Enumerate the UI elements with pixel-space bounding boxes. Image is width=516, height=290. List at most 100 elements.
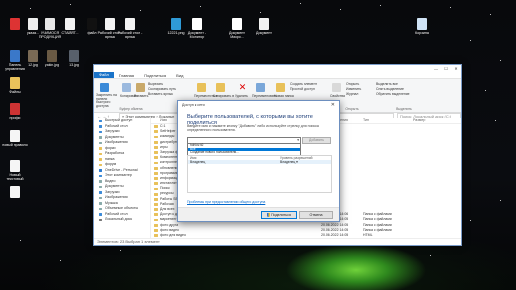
delete-icon[interactable]: ✕ <box>238 83 247 92</box>
cut-button[interactable]: Вырезать <box>148 82 163 86</box>
desktop-icon-label: Документ Микро... <box>229 31 245 39</box>
folder-icon <box>154 187 158 191</box>
copy-icon[interactable] <box>122 83 131 92</box>
desktop-icon[interactable]: Рабочий стол - ярлык <box>118 18 142 44</box>
sharing-help-link[interactable]: Проблемы при предоставлении общего досту… <box>187 200 265 204</box>
sidebar-item-label: Изображения <box>105 195 128 199</box>
chevron-down-icon[interactable]: ▾ <box>297 138 299 142</box>
folder-icon <box>154 208 158 212</box>
desktop-icon[interactable]: Документ - Монитор <box>185 18 209 44</box>
copy-to-icon[interactable] <box>216 83 225 92</box>
file-icon <box>10 186 20 198</box>
select-all-button[interactable]: Выделить все <box>376 82 398 86</box>
share-button[interactable]: Поделиться <box>261 211 297 219</box>
properties-icon[interactable] <box>332 83 341 92</box>
file-icon <box>28 50 38 62</box>
sidebar-item-label: форум <box>105 162 117 166</box>
tab-view[interactable]: Вид <box>171 73 188 78</box>
row-user-name: Владелец <box>190 160 206 164</box>
copy-path-button[interactable]: Скопировать путь <box>148 87 176 91</box>
move-to-icon[interactable] <box>197 83 206 92</box>
star <box>485 90 486 91</box>
desktop-icon[interactable]: Корзина <box>410 18 434 44</box>
invert-selection-button[interactable]: Обратить выделение <box>376 92 410 96</box>
file-icon <box>45 18 55 30</box>
file-icon <box>105 18 115 30</box>
table-row[interactable]: Владелец Владелец ▾ <box>188 160 331 164</box>
paste-button[interactable]: Вставить <box>134 94 148 98</box>
file-icon <box>10 130 20 142</box>
desktop-icon[interactable]: Документ <box>252 18 276 44</box>
star <box>120 250 121 251</box>
column-name[interactable]: Имя <box>160 118 167 122</box>
delete-button[interactable]: Удалить <box>235 94 248 98</box>
properties-button[interactable]: Свойства <box>330 94 345 98</box>
desktop-icon[interactable]: Файлы <box>3 77 27 103</box>
status-bar: Элементов: 23 Выбран 1 элемент <box>94 238 461 245</box>
desktop-icon[interactable] <box>3 186 27 212</box>
folder-icon <box>154 192 158 196</box>
paste-shortcut-button[interactable]: Вставить ярлык <box>148 92 173 96</box>
ribbon-tabs: Файл Главная Поделиться Вид <box>94 72 461 79</box>
desktop-icon-label: Рабочий стол - ярлык <box>117 31 143 39</box>
folder-icon <box>99 207 102 210</box>
history-button[interactable]: Журнал <box>346 92 358 96</box>
rename-icon[interactable] <box>256 83 265 92</box>
desktop-icon[interactable]: Новый текстовый <box>3 160 27 186</box>
folder-icon <box>154 146 158 149</box>
desktop-background: указа... УЧИМОСЯ ПРОДУКЦИЯ СТАЙЙТ... файл Ра… <box>0 0 516 290</box>
file-icon <box>417 18 427 30</box>
cancel-button[interactable]: Отмена <box>299 211 333 219</box>
open-button[interactable]: Открыть <box>346 82 359 86</box>
new-folder-icon[interactable] <box>276 83 285 92</box>
desktop-icon[interactable]: 13.jpg <box>62 50 86 76</box>
sidebar-item-label: Этот компьютер <box>105 173 132 177</box>
folder-icon <box>99 125 102 128</box>
star <box>470 220 471 221</box>
new-item-button[interactable]: Создать элемент <box>290 82 317 86</box>
desktop-icon[interactable]: Документ Микро... <box>225 18 249 44</box>
sidebar-item-label: Изображения <box>105 140 128 144</box>
sidebar-item-label: OneDrive - Personal <box>105 167 138 172</box>
maximize-button[interactable]: ☐ <box>441 66 451 71</box>
minimize-button[interactable]: — <box>431 66 441 71</box>
star <box>340 9 341 10</box>
file-icon <box>10 160 20 172</box>
pin-icon[interactable] <box>100 83 109 92</box>
sidebar-item-label: Видео <box>105 178 116 183</box>
folder-icon <box>99 163 102 166</box>
group-label-clipboard: Буфер обмена <box>119 107 143 111</box>
new-folder-button[interactable]: Новая папка <box>274 94 294 98</box>
desktop-icon[interactable]: новый правило <box>2 130 28 156</box>
explorer-title-bar[interactable]: — ☐ ✕ <box>94 65 461 72</box>
tab-home[interactable]: Главная <box>114 73 139 78</box>
paste-icon[interactable] <box>136 83 145 92</box>
dialog-close-button[interactable]: ✕ <box>331 101 335 109</box>
dialog-title-bar[interactable]: Доступ к сети ✕ <box>178 101 339 109</box>
file-icon <box>10 77 20 89</box>
desktop-icon[interactable]: профи <box>3 103 27 129</box>
copy-to-button[interactable]: Копировать в <box>213 94 234 98</box>
sidebar-item[interactable]: Локальный диск <box>94 217 150 223</box>
folder-icon <box>99 185 102 188</box>
row-permission-level[interactable]: Владелец ▾ <box>280 160 298 164</box>
easy-access-button[interactable]: Простой доступ <box>290 87 315 91</box>
edit-button[interactable]: Изменить <box>346 87 361 91</box>
add-user-button[interactable]: Добавить <box>302 137 331 144</box>
star <box>200 6 201 7</box>
desktop-icon-label: Файлы <box>9 90 21 94</box>
folder-icon <box>154 223 158 227</box>
file-icon <box>192 18 202 30</box>
select-none-button[interactable]: Снять выделение <box>376 87 404 91</box>
folder-icon <box>99 202 102 205</box>
file-icon <box>10 50 20 62</box>
close-button[interactable]: ✕ <box>451 66 461 71</box>
folder-icon <box>154 140 158 144</box>
folder-icon <box>99 147 102 150</box>
tab-file[interactable]: Файл <box>94 72 114 78</box>
folder-icon <box>154 229 158 232</box>
tab-share[interactable]: Поделиться <box>139 73 171 78</box>
folder-icon <box>154 182 158 186</box>
column-size[interactable]: Размер <box>413 118 425 122</box>
column-type[interactable]: Тип <box>363 118 369 122</box>
